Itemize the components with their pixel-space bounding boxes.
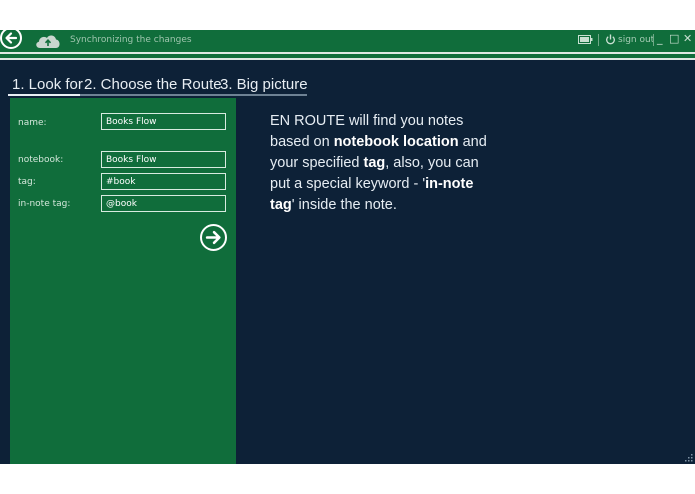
next-button[interactable]	[200, 224, 227, 251]
tag-input[interactable]	[101, 173, 226, 190]
notebook-input[interactable]	[101, 151, 226, 168]
tab-big-picture[interactable]: 3. Big picture	[220, 76, 308, 93]
separator	[598, 34, 599, 46]
separator	[653, 34, 654, 46]
tag-highlight: tag	[363, 155, 386, 171]
active-tab-indicator	[8, 94, 80, 96]
battery-icon	[578, 35, 593, 44]
in-note-tag-label: in-note tag:	[18, 199, 71, 209]
sync-status-text: Synchronizing the changes	[70, 35, 192, 45]
minimize-button[interactable]: _	[657, 32, 663, 46]
arrow-left-icon	[5, 32, 18, 44]
close-button[interactable]: ✕	[683, 32, 692, 46]
name-label: name:	[18, 118, 47, 128]
tab-underline	[80, 94, 307, 96]
maximize-button[interactable]: □	[669, 32, 679, 46]
sign-out-link[interactable]: sign out	[618, 35, 654, 45]
app-window: Synchronizing the changes sign out _ □ ✕…	[0, 30, 695, 464]
notebook-location-highlight: notebook location	[333, 134, 459, 150]
cloud-upload-icon	[36, 35, 60, 48]
title-bar: Synchronizing the changes sign out _ □ ✕	[0, 30, 695, 52]
description-text: EN ROUTE will find you notes based on no…	[270, 111, 500, 216]
back-button[interactable]	[0, 30, 22, 49]
description-part: ' inside the note.	[291, 197, 397, 213]
name-input[interactable]	[101, 113, 226, 130]
tab-choose-route[interactable]: 2. Choose the Route	[84, 76, 222, 93]
arrow-right-icon	[205, 230, 221, 245]
tag-label: tag:	[18, 177, 36, 187]
tab-look-for[interactable]: 1. Look for	[12, 76, 83, 93]
header-stripe	[0, 58, 695, 60]
power-icon[interactable]	[605, 34, 616, 45]
notebook-label: notebook:	[18, 155, 64, 165]
resize-grip-icon[interactable]	[685, 454, 693, 462]
in-note-tag-input[interactable]	[101, 195, 226, 212]
search-form-panel: name: notebook: tag: in-note tag:	[10, 98, 236, 464]
